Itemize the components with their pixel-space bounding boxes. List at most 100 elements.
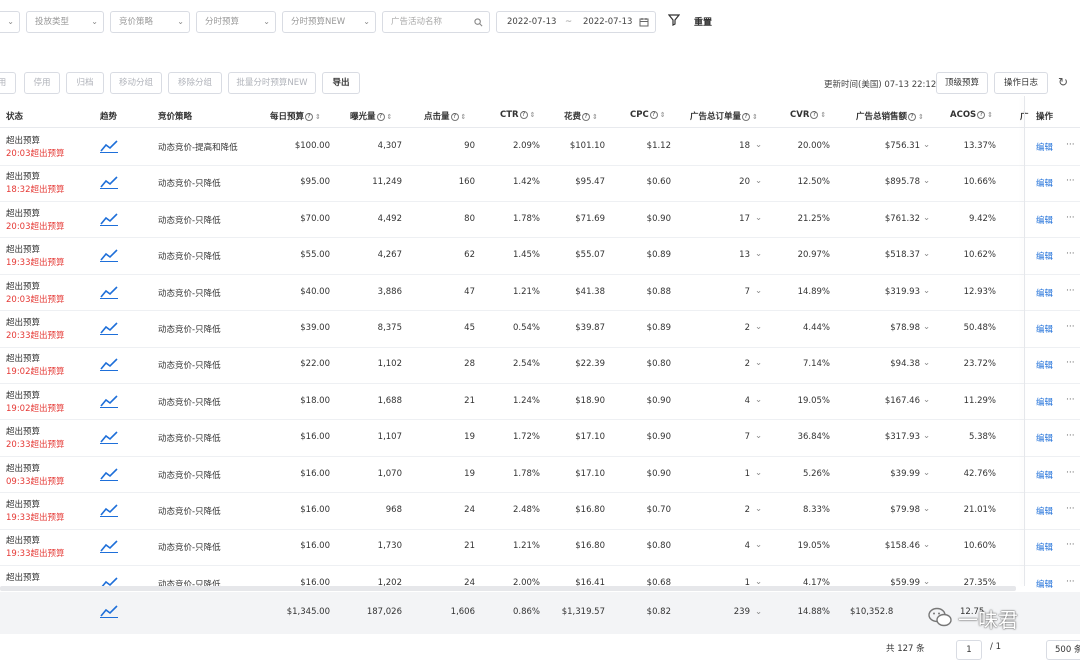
archive-button[interactable]: 归档 <box>66 72 104 94</box>
chevron-down-icon[interactable]: ⌄ <box>923 249 930 259</box>
enable-button[interactable]: 用 <box>0 72 16 94</box>
chevron-down-icon[interactable]: ⌄ <box>755 140 762 150</box>
chevron-down-icon[interactable]: ⌄ <box>755 176 762 186</box>
more-actions-icon[interactable]: ··· <box>1066 468 1075 478</box>
chevron-down-icon[interactable]: ⌄ <box>755 213 762 223</box>
sort-icon[interactable]: ⇕ <box>918 113 924 121</box>
more-actions-icon[interactable]: ··· <box>1066 213 1075 223</box>
edit-link[interactable]: 编辑 <box>1036 432 1053 444</box>
col-clicks[interactable]: 点击量? ⇕ <box>424 110 466 122</box>
sort-icon[interactable]: ⇕ <box>987 111 993 119</box>
chevron-down-icon[interactable]: ⌄ <box>755 322 762 332</box>
more-actions-icon[interactable]: ··· <box>1066 286 1075 296</box>
trend-chart-icon[interactable] <box>100 321 118 335</box>
trend-chart-icon[interactable] <box>100 539 118 554</box>
chevron-down-icon[interactable]: ⌄ <box>923 468 930 478</box>
chevron-down-icon[interactable]: ⌄ <box>923 140 930 150</box>
trend-chart-icon[interactable] <box>100 503 118 517</box>
edit-link[interactable]: 编辑 <box>1036 141 1053 153</box>
edit-link[interactable]: 编辑 <box>1036 578 1053 590</box>
sort-icon[interactable]: ⇕ <box>660 111 666 119</box>
page-input[interactable]: 1 <box>956 640 982 660</box>
col-spend[interactable]: 花费? ⇕ <box>564 110 598 122</box>
chevron-down-icon[interactable]: ⌄ <box>923 504 930 514</box>
edit-link[interactable]: 编辑 <box>1036 541 1053 553</box>
more-actions-icon[interactable]: ··· <box>1066 577 1075 587</box>
trend-chart-icon[interactable] <box>100 248 118 263</box>
bid-strategy-select[interactable]: 竞价策略 ⌄ <box>110 11 190 33</box>
batch-dayparting-button[interactable]: 批量分时预算NEW <box>228 72 316 94</box>
chevron-down-icon[interactable]: ⌄ <box>923 286 930 296</box>
chevron-down-icon[interactable]: ⌄ <box>923 176 930 186</box>
more-actions-icon[interactable]: ··· <box>1066 395 1075 405</box>
trend-chart-icon[interactable] <box>100 139 118 153</box>
edit-link[interactable]: 编辑 <box>1036 359 1053 371</box>
more-actions-icon[interactable]: ··· <box>1066 504 1075 514</box>
sort-icon[interactable]: ⇕ <box>461 113 467 121</box>
chevron-down-icon[interactable]: ⌄ <box>923 322 930 332</box>
chevron-down-icon[interactable]: ⌄ <box>923 395 930 405</box>
campaign-name-search-input[interactable]: 广告活动名称 <box>382 11 490 33</box>
edit-link[interactable]: 编辑 <box>1036 323 1053 335</box>
edit-link[interactable]: 编辑 <box>1036 505 1053 517</box>
top-budget-button[interactable]: 顶级预算 <box>936 72 988 94</box>
chevron-down-icon[interactable]: ⌄ <box>755 286 762 296</box>
chevron-down-icon[interactable]: ⌄ <box>755 468 762 478</box>
chevron-down-icon[interactable]: ⌄ <box>755 504 762 514</box>
dayparting-budget-new-select[interactable]: 分时预算NEW ⌄ <box>282 11 376 33</box>
trend-chart-icon[interactable] <box>100 604 118 618</box>
page-size-select[interactable]: 500 条 <box>1046 640 1080 660</box>
more-actions-icon[interactable]: ··· <box>1066 431 1075 441</box>
chevron-down-icon[interactable]: ⌄ <box>755 249 762 259</box>
edit-link[interactable]: 编辑 <box>1036 177 1053 189</box>
chevron-down-icon[interactable]: ⌄ <box>923 431 930 441</box>
col-sales[interactable]: 广告总销售额? ⇕ <box>856 110 924 122</box>
chevron-down-icon[interactable]: ⌄ <box>755 540 762 550</box>
trend-chart-icon[interactable] <box>100 430 118 445</box>
col-impressions[interactable]: 曝光量? ⇕ <box>350 110 392 122</box>
chevron-down-icon[interactable]: ⌄ <box>755 607 762 617</box>
more-actions-icon[interactable]: ··· <box>1066 540 1075 550</box>
sort-icon[interactable]: ⇕ <box>387 113 393 121</box>
chevron-down-icon[interactable]: ⌄ <box>755 395 762 405</box>
date-range-picker[interactable]: 2022-07-13 ~ 2022-07-13 <box>496 11 656 33</box>
edit-link[interactable]: 编辑 <box>1036 287 1053 299</box>
trend-chart-icon[interactable] <box>100 467 118 481</box>
sort-icon[interactable]: ⇕ <box>530 111 536 119</box>
sort-icon[interactable]: ⇕ <box>315 113 321 121</box>
col-cpc[interactable]: CPC? ⇕ <box>630 110 666 120</box>
reset-button[interactable]: 重置 <box>694 15 712 28</box>
trend-chart-icon[interactable] <box>100 394 118 408</box>
remove-group-button[interactable]: 移除分组 <box>168 72 222 94</box>
export-button[interactable]: 导出 <box>322 72 360 94</box>
more-actions-icon[interactable]: ··· <box>1066 249 1075 259</box>
more-actions-icon[interactable]: ··· <box>1066 358 1075 368</box>
campaign-type-select[interactable]: 投放类型 ⌄ <box>26 11 104 33</box>
dayparting-budget-select[interactable]: 分时预算 ⌄ <box>196 11 276 33</box>
edit-link[interactable]: 编辑 <box>1036 250 1053 262</box>
col-orders[interactable]: 广告总订单量? ⇕ <box>690 110 758 122</box>
sort-icon[interactable]: ⇕ <box>752 113 758 121</box>
chevron-down-icon[interactable]: ⌄ <box>923 213 930 223</box>
filter-icon[interactable] <box>668 14 680 26</box>
trend-chart-icon[interactable] <box>100 212 118 226</box>
col-daily-budget[interactable]: 每日预算? ⇕ <box>270 110 321 122</box>
move-group-button[interactable]: 移动分组 <box>110 72 162 94</box>
edit-link[interactable]: 编辑 <box>1036 214 1053 226</box>
chevron-down-icon[interactable]: ⌄ <box>923 358 930 368</box>
chevron-down-icon[interactable]: ⌄ <box>923 540 930 550</box>
horizontal-scrollbar[interactable] <box>0 586 1016 591</box>
more-actions-icon[interactable]: ··· <box>1066 322 1075 332</box>
operation-log-button[interactable]: 操作日志 <box>994 72 1048 94</box>
col-acos[interactable]: ACOS? ⇕ <box>950 110 993 120</box>
edit-link[interactable]: 编辑 <box>1036 469 1053 481</box>
edit-link[interactable]: 编辑 <box>1036 396 1053 408</box>
filter-select-first[interactable]: ⌄ <box>0 11 20 33</box>
chevron-down-icon[interactable]: ⌄ <box>755 358 762 368</box>
pause-button[interactable]: 停用 <box>24 72 60 94</box>
trend-chart-icon[interactable] <box>100 357 118 372</box>
refresh-icon[interactable]: ↻ <box>1058 75 1068 89</box>
sort-icon[interactable]: ⇕ <box>820 111 826 119</box>
more-actions-icon[interactable]: ··· <box>1066 140 1075 150</box>
chevron-down-icon[interactable]: ⌄ <box>755 431 762 441</box>
